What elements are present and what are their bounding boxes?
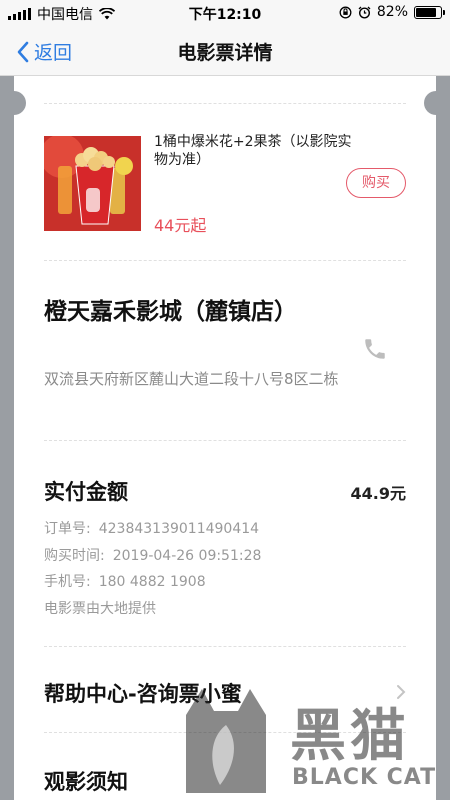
order-info: 订单号: 423843139011490414 购买时间: 2019-04-26 0… [44, 516, 261, 622]
order-number-value: 423843139011490414 [98, 521, 260, 537]
battery-percent: 82% [376, 4, 408, 20]
cinema-address: 双流县天府新区麓山大道二段十八号8区二栋 [44, 370, 339, 388]
purchase-time-row: 购买时间: 2019-04-26 09:51:28 [44, 543, 261, 570]
buy-button[interactable]: 购买 [346, 168, 406, 198]
purchase-time-label: 购买时间: [44, 547, 105, 564]
phone-number-value: 180 4882 1908 [98, 574, 206, 590]
combo-name: 1桶中爆米花+2果茶（以影院实物为准） [154, 134, 352, 168]
ticket-notch-right [424, 91, 448, 115]
phone-number-label: 手机号: [44, 574, 91, 590]
phone-icon[interactable] [362, 336, 388, 366]
cinema-name: 橙天嘉禾影城（麓镇店） [44, 299, 297, 325]
ticket-notch-left [2, 91, 26, 115]
order-number-label: 订单号: [44, 521, 91, 537]
phone-number-row: 手机号: 180 4882 1908 [44, 569, 261, 596]
divider [44, 440, 406, 441]
rotation-lock-icon [339, 6, 352, 18]
purchase-time-value: 2019-04-26 09:51:28 [112, 547, 262, 564]
cat-logo-icon [186, 689, 266, 793]
popcorn-combo-image[interactable] [44, 136, 141, 231]
battery-icon [414, 5, 445, 19]
divider [44, 260, 406, 261]
paid-amount-label: 实付金额 [44, 480, 128, 504]
paid-amount-value: 44.9元 [350, 484, 406, 503]
black-cat-watermark: 黑猫 BLACK CAT [180, 685, 448, 795]
watermark-en-text: BLACK CAT [292, 765, 437, 790]
order-number-row: 订单号: 423843139011490414 [44, 516, 261, 543]
page-title: 电影票详情 [177, 42, 273, 64]
alarm-icon [358, 6, 371, 19]
viewing-notice-heading: 观影须知 [44, 770, 128, 794]
divider [44, 646, 406, 647]
status-bar: 中国电信 下午12:10 82% [0, 0, 450, 26]
combo-price: 44元起 [154, 216, 207, 235]
watermark-cn-text: 黑猫 [290, 704, 410, 769]
provider-note: 电影票由大地提供 [44, 600, 156, 617]
divider [44, 103, 406, 104]
navigation-bar: 返回 电影票详情 [0, 26, 450, 76]
